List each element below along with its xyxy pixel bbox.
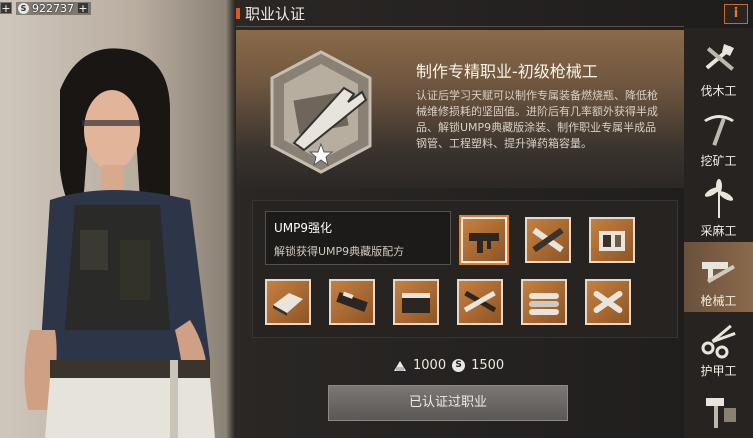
recipe-panel: UMP9强化 解锁获得UMP9典藏版配方 <box>252 200 678 338</box>
page-title: 职业认证 <box>236 3 305 24</box>
crossed-bars-icon <box>532 227 564 253</box>
crossed-rifles-icon <box>463 290 497 313</box>
currency-bar: + S 922737 + <box>0 0 91 16</box>
recipe-crossed-bars[interactable] <box>525 217 571 263</box>
plant-icon <box>704 179 734 218</box>
certified-button[interactable]: 已认证过职业 <box>328 385 568 421</box>
silver-currency: S 922737 + <box>16 1 91 15</box>
axe-icon <box>705 44 734 71</box>
material-cost: 1000 <box>413 358 447 373</box>
recipe-metal-sheet[interactable] <box>265 279 311 325</box>
recipe-crossed-rifles[interactable] <box>457 279 503 325</box>
sidebar-item-label: 采麻工 <box>700 224 737 238</box>
silver-coin-icon: S <box>18 2 29 14</box>
profession-sidebar: 伐木工 挖矿工 采麻工 枪械工 护甲工 <box>684 28 753 438</box>
recipe-steel-pipes[interactable] <box>521 279 567 325</box>
recipe-tooltip-subtitle: 解锁获得UMP9典藏版配方 <box>274 245 405 258</box>
sidebar-item-lumberjack[interactable]: 伐木工 <box>684 32 753 102</box>
sidebar-item-hemp[interactable]: 采麻工 <box>684 172 753 242</box>
silver-cost: 1500 <box>471 358 505 373</box>
s-coin-icon: S <box>452 359 466 372</box>
sidebar-item-gunsmith[interactable]: 枪械工 <box>684 242 753 312</box>
profession-description: 认证后学习天赋可以制作专属装备燃烧瓶、降低枪械维修损耗的坚固值。进阶后有几率额外… <box>416 89 658 150</box>
info-button[interactable]: i <box>724 4 748 24</box>
recipe-tooltip-title: UMP9强化 <box>274 221 333 235</box>
sidebar-item-label: 伐木工 <box>700 84 737 98</box>
sidebar-item-label: 挖矿工 <box>700 154 737 168</box>
profession-card: 制作专精职业-初级枪械工 认证后学习天赋可以制作专属装备燃烧瓶、降低枪械维修损耗… <box>236 30 684 188</box>
recipe-crossed-pipes[interactable] <box>585 279 631 325</box>
crate-icon <box>599 231 625 251</box>
gun-wrench-icon <box>702 262 735 284</box>
certification-cost: 1000 S 1500 <box>393 358 504 373</box>
silver-amount: 922737 <box>32 1 74 15</box>
ingot-icon <box>394 360 406 371</box>
add-silver-button[interactable]: + <box>77 2 89 15</box>
header-divider <box>236 26 684 27</box>
recipe-ammo-box[interactable] <box>393 279 439 325</box>
add-resource-button[interactable]: + <box>0 2 12 15</box>
sidebar-item-label: 护甲工 <box>700 364 737 378</box>
scissors-icon <box>701 324 736 359</box>
recipe-rifle-part[interactable] <box>329 279 375 325</box>
crossed-pipes-icon <box>593 290 623 314</box>
sidebar-item-builder[interactable] <box>684 382 753 438</box>
character-portrait <box>24 48 215 438</box>
metal-sheet-icon <box>273 293 303 316</box>
profession-name: 制作专精职业-初级枪械工 <box>416 62 598 81</box>
gunsmith-emblem-icon <box>270 50 372 174</box>
sidebar-item-label: 枪械工 <box>700 294 737 308</box>
rifle-part-icon <box>336 291 368 312</box>
recipe-tooltip: UMP9强化 解锁获得UMP9典藏版配方 <box>265 211 451 265</box>
sidebar-item-miner[interactable]: 挖矿工 <box>684 102 753 172</box>
steel-pipes-icon <box>529 293 559 315</box>
recipe-ump9[interactable] <box>461 217 507 263</box>
pickaxe-icon <box>704 115 734 146</box>
hammer-icon <box>706 398 736 428</box>
ammo-box-icon <box>402 293 430 313</box>
ump9-gun-icon <box>469 233 499 253</box>
recipe-crate[interactable] <box>589 217 635 263</box>
sidebar-item-armorer[interactable]: 护甲工 <box>684 312 753 382</box>
